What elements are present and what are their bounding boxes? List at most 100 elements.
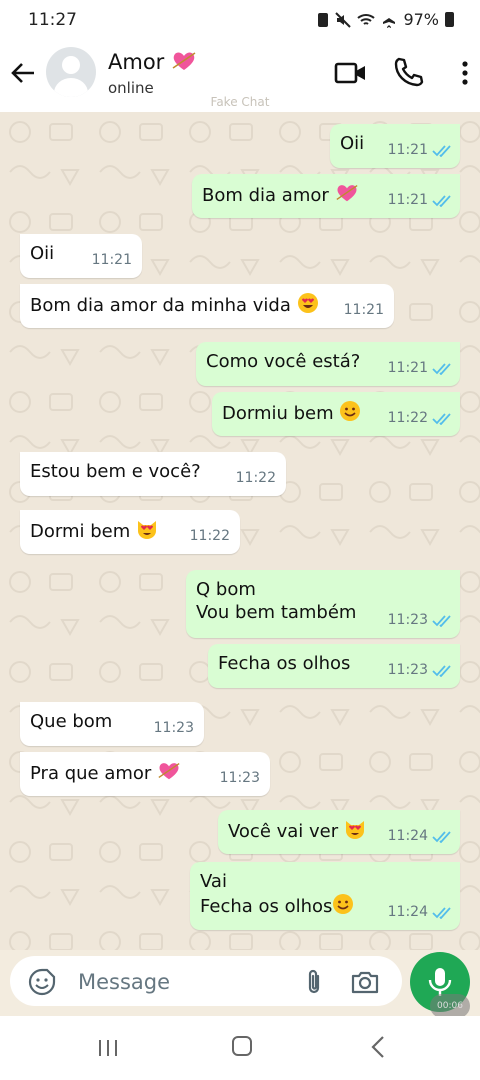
mute-icon: [335, 11, 352, 28]
message-time: 11:21: [387, 360, 428, 376]
message-bubble-incoming[interactable]: Pra que amor 11:23: [20, 752, 270, 796]
contact-name[interactable]: Amor: [108, 50, 197, 74]
message-text: Vai: [200, 871, 227, 892]
read-ticks-icon: [432, 830, 451, 843]
read-ticks-icon: [432, 362, 451, 375]
message-text-line2: Fecha os olhos: [200, 896, 333, 917]
nav-back-icon[interactable]: [368, 1034, 388, 1060]
message-input[interactable]: [76, 966, 290, 998]
message-time: 11:24: [387, 904, 428, 920]
message-meta: 11:21: [92, 249, 132, 272]
message-text: Oii: [340, 133, 365, 154]
message-bubble-outgoing[interactable]: Bom dia amor 11:21: [192, 174, 460, 218]
heart-eyes-emoji-icon: [297, 293, 318, 313]
message-meta: 11:23: [388, 609, 452, 632]
read-ticks-icon: [432, 906, 451, 919]
message-text: Você vai ver: [228, 821, 339, 842]
heart-eyes-cat-emoji-icon: [345, 821, 364, 839]
message-text: Fecha os olhos: [218, 653, 351, 674]
message-meta: 11:21: [388, 139, 452, 162]
watermark: Fake Chat: [210, 95, 270, 109]
message-bubble-incoming[interactable]: Oii 11:21: [20, 234, 142, 278]
message-text: Bom dia amor da minha vida: [30, 295, 291, 316]
avatar[interactable]: [46, 47, 96, 97]
message-text: Que bom: [30, 711, 113, 732]
message-time: 11:24: [387, 828, 428, 844]
read-ticks-icon: [432, 144, 451, 157]
message-bubble-incoming[interactable]: Estou bem e você? 11:22: [20, 452, 286, 496]
message-bubble-outgoing[interactable]: Q bom Vou bem também 11:23: [186, 570, 460, 638]
read-ticks-icon: [432, 412, 451, 425]
phone-icon[interactable]: [392, 56, 424, 88]
camera-icon[interactable]: [350, 968, 380, 996]
message-time: 11:22: [235, 470, 276, 486]
message-text: Oii: [30, 243, 55, 264]
message-meta: 11:22: [236, 467, 276, 490]
message-text: Q bom: [196, 579, 256, 600]
read-ticks-icon: [432, 194, 451, 207]
message-bubble-incoming[interactable]: Dormi bem 11:22: [20, 510, 240, 554]
recording-timer-overlay: 00:06: [430, 994, 470, 1018]
message-bubble-outgoing[interactable]: Dormiu bem 11:22: [212, 392, 460, 436]
message-meta: 11:24: [388, 901, 452, 924]
system-nav-bar: [0, 1016, 480, 1080]
attach-icon[interactable]: [302, 968, 326, 996]
message-time: 11:22: [189, 528, 230, 544]
message-text: Pra que amor: [30, 763, 152, 784]
read-ticks-icon: [432, 664, 451, 677]
message-meta: 11:23: [388, 659, 452, 682]
message-time: 11:22: [387, 410, 428, 426]
message-meta: 11:21: [388, 357, 452, 380]
home-icon[interactable]: [230, 1034, 254, 1058]
composer-bar: [0, 950, 480, 1016]
status-icons: 97%: [317, 10, 454, 29]
status-time: 11:27: [28, 10, 77, 30]
message-meta: 11:22: [190, 525, 230, 548]
message-bubble-outgoing[interactable]: Fecha os olhos 11:23: [208, 644, 460, 688]
message-time: 11:21: [343, 302, 384, 318]
heart-arrow-icon: [335, 185, 358, 202]
message-bubble-outgoing[interactable]: Oii 11:21: [330, 124, 460, 168]
message-time: 11:23: [387, 612, 428, 628]
wifi-icon: [357, 13, 376, 25]
back-arrow-icon[interactable]: [8, 58, 38, 88]
battery-percent: 97%: [403, 10, 439, 29]
message-time: 11:21: [387, 142, 428, 158]
message-bubble-incoming[interactable]: Bom dia amor da minha vida 11:21: [20, 284, 394, 328]
message-time: 11:23: [387, 662, 428, 678]
message-meta: 11:21: [388, 189, 452, 212]
message-bubble-outgoing[interactable]: Como você está? 11:21: [196, 342, 460, 386]
message-list[interactable]: Oii 11:21 Bom dia amor 11:21 Oii 11:21 B…: [0, 112, 480, 950]
message-text: Estou bem e você?: [30, 461, 201, 482]
message-meta: 11:22: [388, 407, 452, 430]
read-ticks-icon: [432, 614, 451, 627]
battery-icon: [445, 12, 454, 27]
message-bubble-outgoing[interactable]: Vai Fecha os olhos 11:24: [190, 862, 460, 930]
message-time: 11:21: [91, 252, 132, 268]
message-meta: 11:21: [344, 299, 384, 322]
recents-icon[interactable]: [96, 1036, 120, 1060]
smile-emoji-icon: [340, 401, 361, 421]
emoji-icon[interactable]: [28, 968, 56, 996]
heart-arrow-icon: [172, 52, 196, 70]
message-text: Dormi bem: [30, 521, 131, 542]
sim-icon: [318, 12, 329, 27]
message-text: Como você está?: [206, 351, 361, 372]
heart-arrow-icon: [158, 763, 180, 780]
message-bubble-outgoing[interactable]: Você vai ver 11:24: [218, 810, 460, 854]
status-bar: 11:27 97%: [0, 0, 480, 38]
message-time: 11:23: [219, 770, 260, 786]
message-time: 11:21: [387, 192, 428, 208]
message-bubble-incoming[interactable]: Que bom 11:23: [20, 702, 204, 746]
more-vert-icon[interactable]: [456, 58, 474, 88]
message-text: Dormiu bem: [222, 403, 334, 424]
message-composer[interactable]: [10, 956, 402, 1006]
screen: 11:27 97% Amor online Fake Chat Oii 11:2…: [0, 0, 480, 1080]
video-call-icon[interactable]: [334, 58, 368, 88]
airplane-icon: [383, 12, 396, 28]
heart-eyes-cat-emoji-icon: [137, 521, 156, 539]
message-time: 11:23: [153, 720, 194, 736]
message-meta: 11:23: [220, 767, 260, 790]
message-meta: 11:24: [388, 825, 452, 848]
message-meta: 11:23: [154, 717, 194, 740]
